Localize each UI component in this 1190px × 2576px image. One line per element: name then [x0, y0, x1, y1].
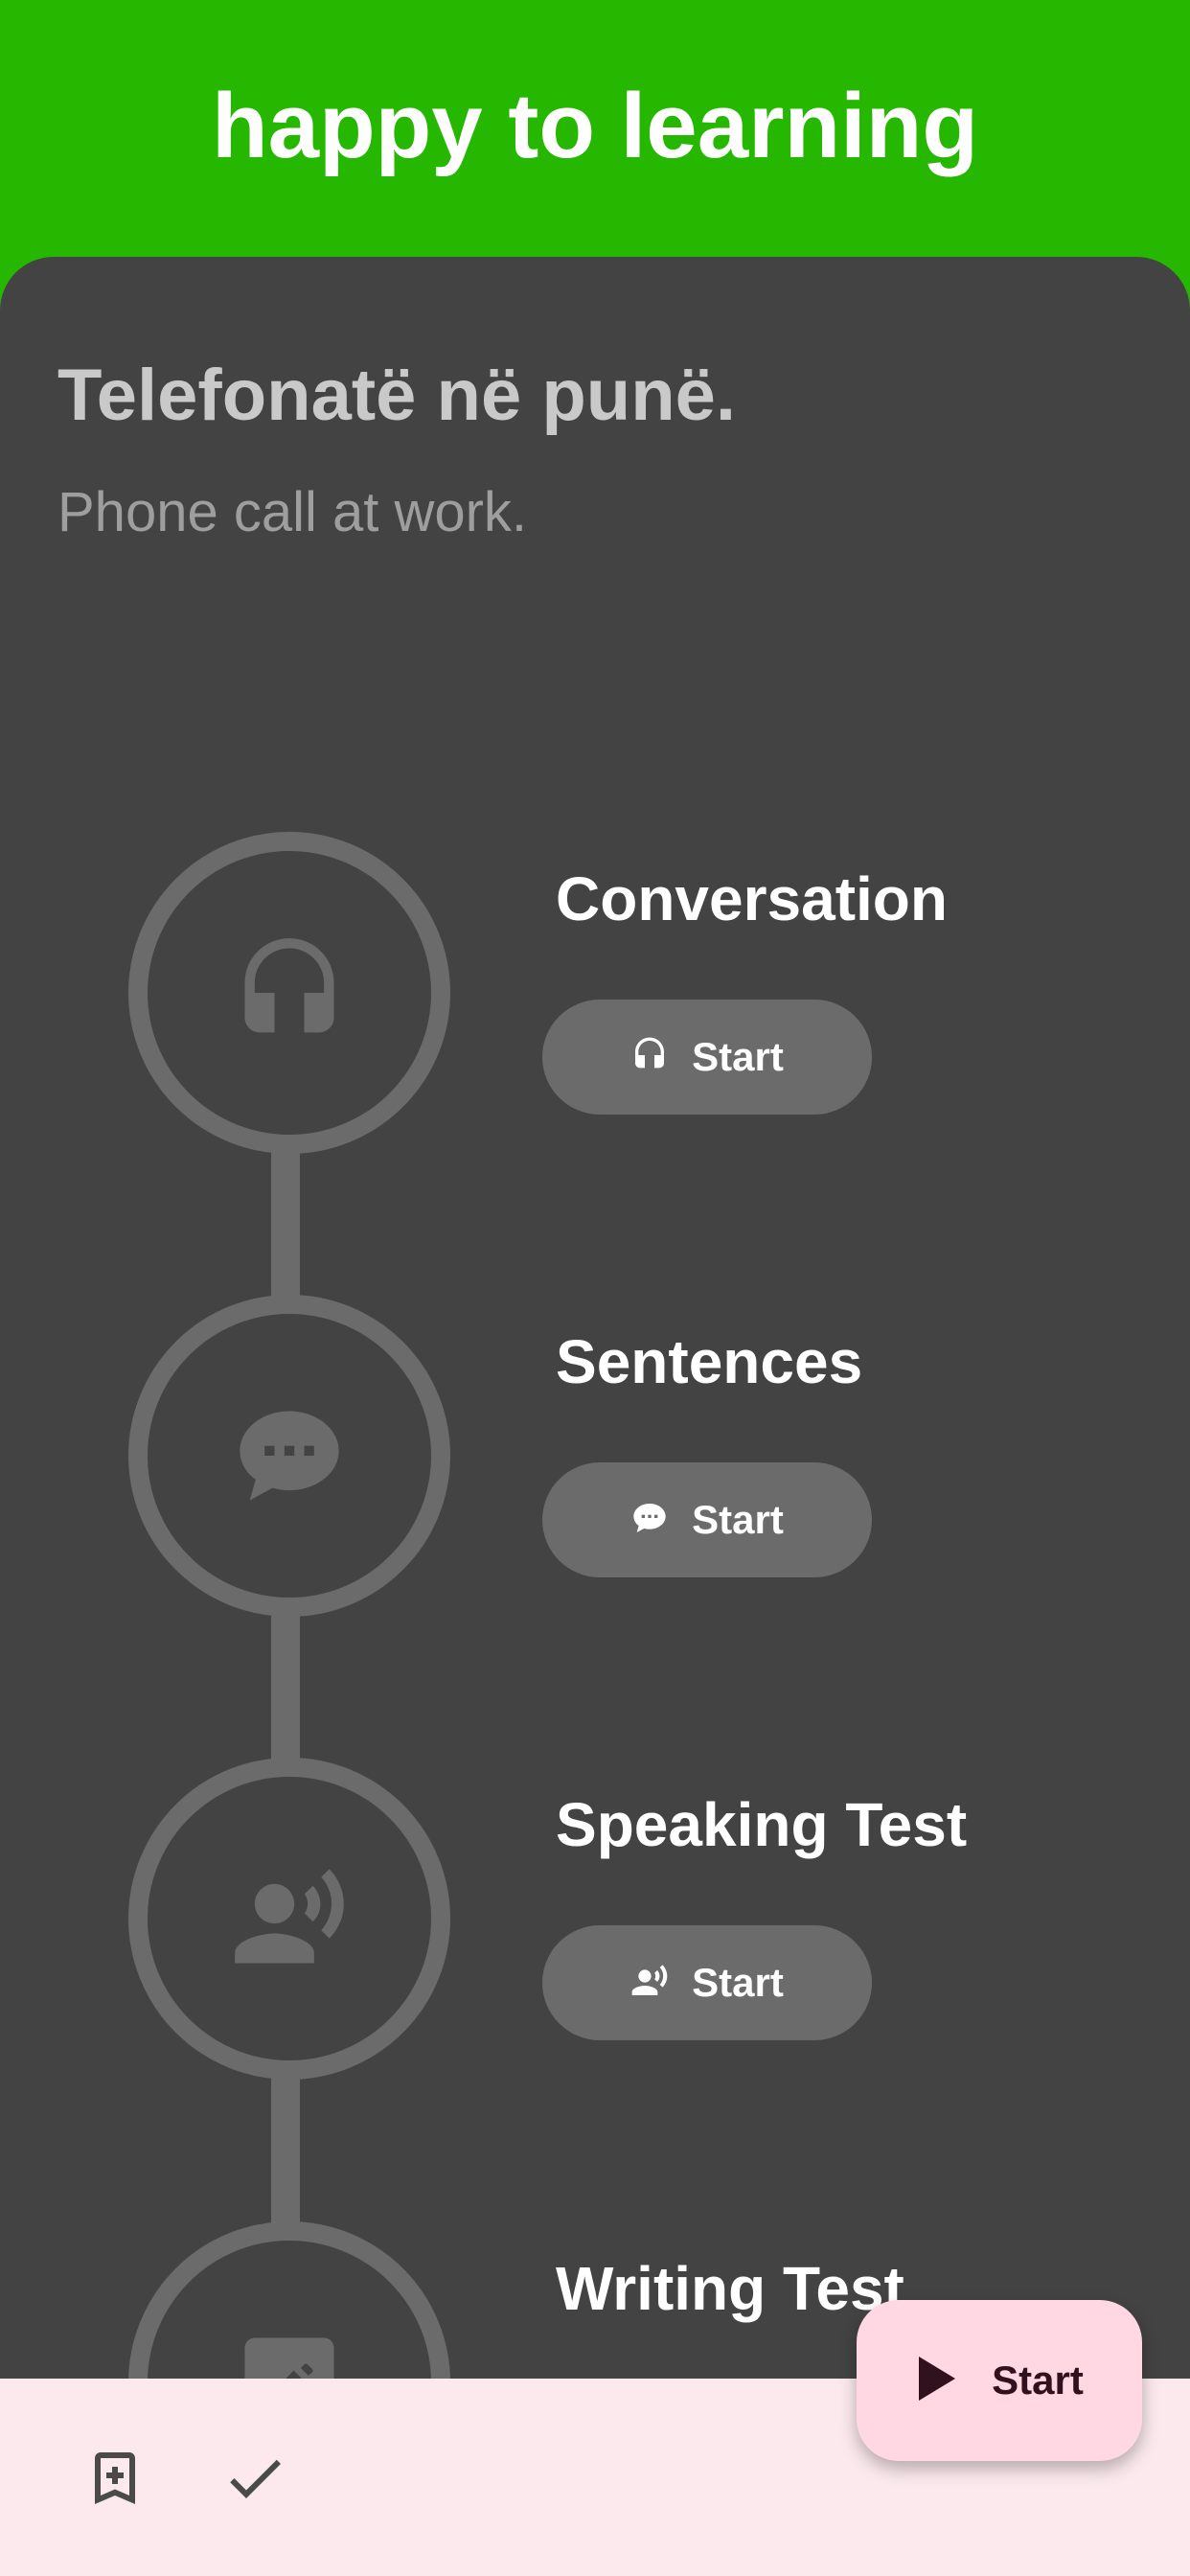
lesson-panel: Telefonatë në punë. Phone call at work. … — [0, 257, 1190, 2576]
headphones-icon — [148, 851, 431, 1135]
app-header: happy to learning — [0, 0, 1190, 288]
chat-bubble-icon — [148, 1314, 431, 1598]
speaking-test-start-button[interactable]: Start — [542, 1925, 872, 2040]
chat-bubble-icon — [630, 1499, 669, 1542]
check-icon[interactable] — [220, 2444, 289, 2513]
step-label-sentences: Sentences — [556, 1327, 863, 1396]
lesson-subtitle: Phone call at work. — [57, 481, 528, 543]
step-label-speaking-test: Speaking Test — [556, 1790, 968, 1859]
step-label-conversation: Conversation — [556, 864, 948, 933]
start-button-label: Start — [692, 1034, 784, 1079]
voice-person-icon — [148, 1777, 431, 2060]
conversation-start-button[interactable]: Start — [542, 1000, 872, 1115]
app-title: happy to learning — [211, 75, 979, 177]
bookmark-add-icon[interactable] — [80, 2444, 149, 2513]
fab-label: Start — [992, 2358, 1084, 2403]
start-button-label: Start — [692, 1960, 784, 2005]
step-circle-sentences — [128, 1295, 450, 1617]
step-circle-conversation — [128, 832, 450, 1154]
step-circle-speaking-test — [128, 1758, 450, 2080]
step-label-writing-test: Writing Test — [556, 2254, 904, 2323]
lesson-title: Telefonatë në punë. — [57, 355, 737, 436]
sentences-start-button[interactable]: Start — [542, 1462, 872, 1577]
headphones-icon — [630, 1036, 669, 1079]
start-fab[interactable]: Start — [857, 2300, 1142, 2461]
start-button-label: Start — [692, 1497, 784, 1542]
play-icon — [915, 2355, 957, 2407]
voice-person-icon — [630, 1962, 669, 2005]
